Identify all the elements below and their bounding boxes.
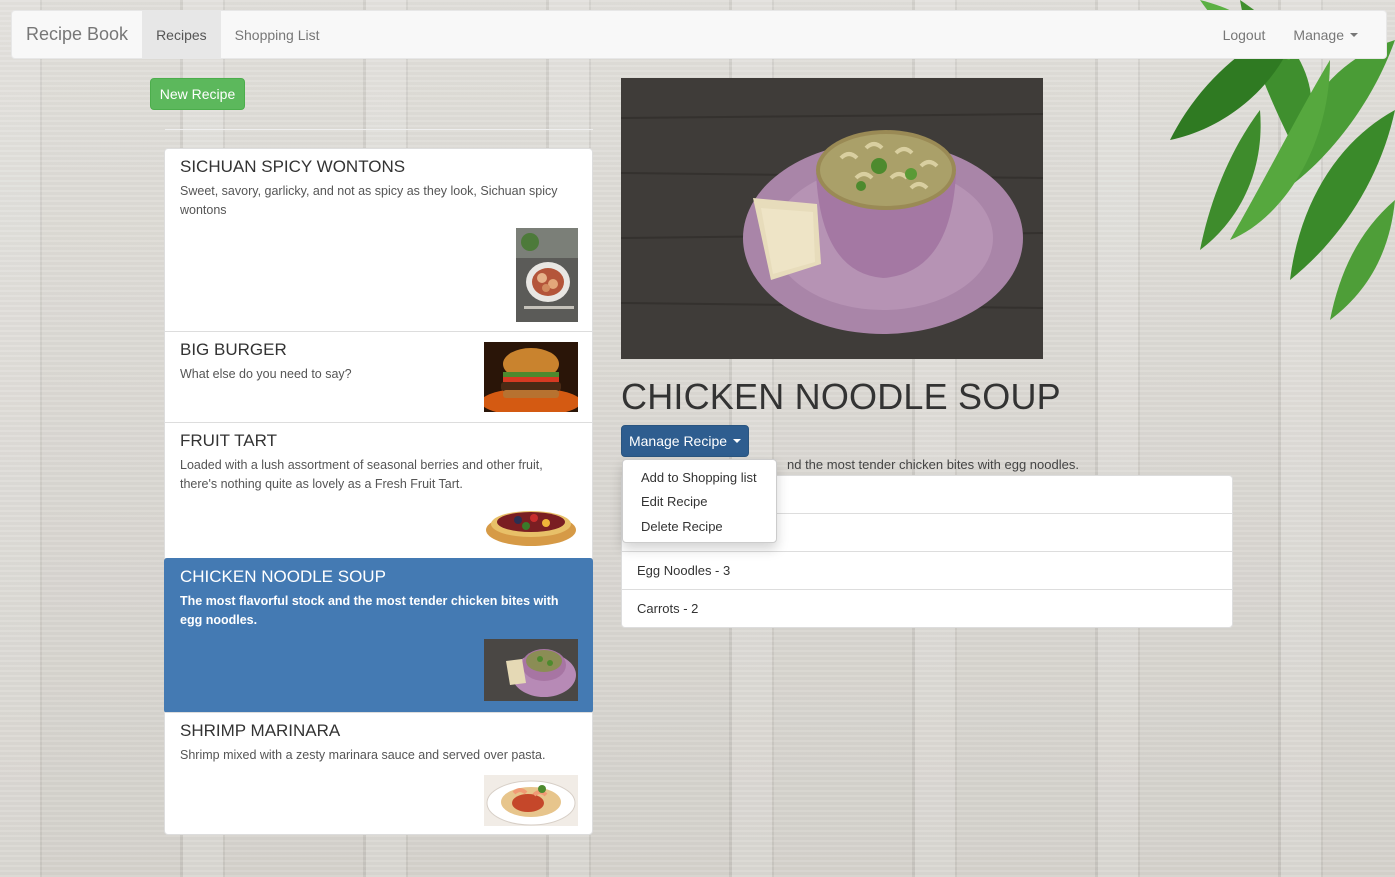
caret-down-icon	[1350, 32, 1358, 37]
manage-recipe-label: Manage Recipe	[628, 433, 728, 449]
recipe-title: CHICKEN NOODLE SOUP	[621, 376, 1061, 417]
manage-label: Manage	[1293, 26, 1344, 43]
recipe-item-big-burger[interactable]: BIG BURGER What else do you need to say?	[164, 331, 593, 423]
navbar: Recipe Book Recipes Shopping List Logout…	[11, 10, 1387, 59]
brand-link[interactable]: Recipe Book	[12, 11, 142, 58]
recipe-thumbnail	[484, 342, 578, 412]
logout-link[interactable]: Logout	[1209, 11, 1280, 58]
recipe-description-text: nd the most tender chicken bites with eg…	[787, 457, 1079, 472]
ingredient-item: Egg Noodles - 3	[621, 551, 1233, 590]
manage-recipe-button[interactable]: Manage Recipe	[621, 425, 749, 457]
recipe-item-chicken-noodle-soup[interactable]: CHICKEN NOODLE SOUP The most flavorful s…	[164, 558, 593, 713]
recipe-hero-image	[621, 78, 1043, 359]
delete-recipe-item[interactable]: Delete Recipe	[623, 514, 776, 539]
recipe-name: SICHUAN SPICY WONTONS	[180, 157, 406, 176]
recipe-description: Shrimp mixed with a zesty marinara sauce…	[180, 748, 546, 762]
manage-dropdown-toggle[interactable]: Manage	[1279, 11, 1386, 58]
recipe-name: FRUIT TART	[180, 431, 277, 450]
recipe-item-fruit-tart[interactable]: FRUIT TART Loaded with a lush assortment…	[164, 422, 593, 559]
recipe-name: SHRIMP MARINARA	[180, 721, 341, 740]
new-recipe-button[interactable]: New Recipe	[150, 78, 245, 110]
nav-shopping-list[interactable]: Shopping List	[221, 11, 334, 58]
recipe-name: CHICKEN NOODLE SOUP	[180, 567, 386, 586]
ingredient-item: Carrots - 2	[621, 589, 1233, 628]
recipe-description: Sweet, savory, garlicky, and not as spic…	[180, 184, 558, 217]
recipe-list: SICHUAN SPICY WONTONS Sweet, savory, gar…	[164, 148, 593, 835]
nav-recipes[interactable]: Recipes	[142, 11, 221, 58]
navbar-right: Logout Manage	[1209, 11, 1386, 58]
recipe-item-shrimp-marinara[interactable]: SHRIMP MARINARA Shrimp mixed with a zest…	[164, 712, 593, 835]
recipe-thumbnail	[516, 228, 578, 322]
caret-down-icon	[733, 439, 742, 443]
manage-recipe-dropdown: Add to Shopping list Edit Recipe Delete …	[622, 459, 777, 543]
recipe-thumbnail	[484, 498, 578, 550]
add-to-shopping-list-item[interactable]: Add to Shopping list	[623, 465, 776, 490]
edit-recipe-item[interactable]: Edit Recipe	[623, 490, 776, 515]
recipe-description: The most flavorful stock and the most te…	[180, 594, 559, 627]
recipe-description: Loaded with a lush assortment of seasona…	[180, 458, 543, 491]
recipe-item-sichuan-wontons[interactable]: SICHUAN SPICY WONTONS Sweet, savory, gar…	[164, 148, 593, 332]
divider	[165, 129, 593, 130]
recipe-thumbnail	[484, 639, 578, 701]
recipe-thumbnail	[484, 775, 578, 826]
